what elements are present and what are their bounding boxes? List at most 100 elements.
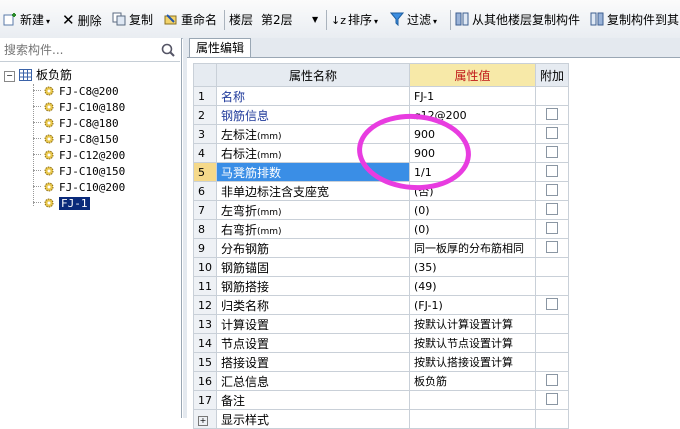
- value-cell[interactable]: ⌀12@200: [409, 105, 536, 125]
- expand-icon[interactable]: +: [198, 415, 208, 426]
- header-extra: 附加: [534, 63, 570, 87]
- attach-checkbox[interactable]: [546, 222, 558, 234]
- value-cell[interactable]: [409, 390, 536, 410]
- tab-property-edit[interactable]: 属性编辑: [189, 38, 251, 58]
- grid-icon: [19, 69, 32, 81]
- value-cell[interactable]: FJ-1: [409, 86, 536, 106]
- chevron-down-icon: ▼: [312, 15, 319, 24]
- table-row[interactable]: 6 非单边标注含支座宽 (否): [193, 181, 570, 201]
- collapse-toggle-icon[interactable]: −: [4, 71, 15, 82]
- property-panel: 属性编辑 属性名称 属性值 附加 1 名称 FJ-1 2 钢筋信息 ⌀12@200 3左…: [183, 38, 680, 429]
- floor-select[interactable]: 第2层 ▼: [258, 10, 324, 30]
- value-cell[interactable]: 同一板厚的分布筋相同: [409, 238, 536, 258]
- attach-checkbox[interactable]: [546, 241, 558, 253]
- table-row[interactable]: 12 归类名称 (FJ-1): [193, 295, 570, 315]
- attach-checkbox[interactable]: [546, 203, 558, 215]
- table-row[interactable]: 1 名称 FJ-1: [193, 86, 570, 106]
- table-row[interactable]: 9 分布钢筋 同一板厚的分布筋相同: [193, 238, 570, 258]
- tree-item[interactable]: FJ-C12@200: [33, 148, 125, 164]
- table-row[interactable]: 11 钢筋搭接 (49): [193, 276, 570, 296]
- header-value: 属性值: [409, 63, 536, 87]
- value-cell[interactable]: 按默认搭接设置计算: [409, 352, 536, 372]
- filter-button[interactable]: 过滤 ▾: [390, 11, 437, 29]
- toolbar-separator: [326, 10, 327, 30]
- copy-icon: [112, 12, 126, 26]
- copy-to-floor-icon: [590, 12, 604, 26]
- gear-icon: [44, 150, 54, 160]
- gear-icon: [44, 118, 54, 128]
- header-index: [193, 63, 217, 87]
- value-cell[interactable]: (49): [409, 276, 536, 296]
- gear-icon: [44, 166, 54, 176]
- tree-item[interactable]: FJ-C10@180: [33, 100, 125, 116]
- gear-icon: [44, 102, 54, 112]
- value-cell[interactable]: 900: [409, 124, 536, 144]
- table-row[interactable]: 10 钢筋锚固 (35): [193, 257, 570, 277]
- value-cell[interactable]: 900: [409, 143, 536, 163]
- table-row-selected[interactable]: 5 马凳筋排数 1/1: [193, 162, 570, 182]
- rename-icon: [164, 14, 177, 25]
- value-cell[interactable]: 按默认计算设置计算: [409, 314, 536, 334]
- search-input[interactable]: [2, 41, 156, 59]
- attach-checkbox[interactable]: [546, 184, 558, 196]
- search-icon[interactable]: [160, 42, 176, 58]
- search-bar: [0, 39, 180, 62]
- delete-button[interactable]: ✕ 删除: [62, 11, 102, 29]
- attach-checkbox[interactable]: [546, 127, 558, 139]
- tree-root-label: 板负筋: [36, 68, 73, 82]
- tree-item[interactable]: FJ-C8@180: [33, 116, 119, 132]
- table-row[interactable]: 2 钢筋信息 ⌀12@200: [193, 105, 570, 125]
- property-table: 属性名称 属性值 附加 1 名称 FJ-1 2 钢筋信息 ⌀12@200 3 左标注(mm…: [193, 63, 570, 429]
- sort-button[interactable]: ↓z 排序 ▾: [331, 11, 378, 29]
- table-row[interactable]: 14 节点设置 按默认节点设置计算: [193, 333, 570, 353]
- table-row[interactable]: + 显示样式: [193, 409, 570, 429]
- value-cell[interactable]: (35): [409, 257, 536, 277]
- tree-item[interactable]: FJ-C10@200: [33, 180, 125, 196]
- filter-icon: [390, 12, 404, 26]
- copy-from-floor-icon: [455, 12, 469, 26]
- value-cell[interactable]: 按默认节点设置计算: [409, 333, 536, 353]
- sort-icon: ↓z: [331, 14, 346, 27]
- table-row[interactable]: 7 左弯折(mm) (0): [193, 200, 570, 220]
- tree-item[interactable]: FJ-C10@150: [33, 164, 125, 180]
- tree-root[interactable]: − 板负筋: [4, 67, 72, 83]
- value-cell[interactable]: (否): [409, 181, 536, 201]
- copy-to-floor-button[interactable]: 复制构件到其: [590, 11, 679, 29]
- table-row[interactable]: 17 备注: [193, 390, 570, 410]
- copy-from-floor-button[interactable]: 从其他楼层复制构件: [455, 11, 580, 29]
- value-cell[interactable]: (FJ-1): [409, 295, 536, 315]
- table-row[interactable]: 15 搭接设置 按默认搭接设置计算: [193, 352, 570, 372]
- gear-icon: [44, 134, 54, 144]
- new-icon: [3, 13, 16, 26]
- rename-button[interactable]: 重命名: [164, 11, 217, 29]
- gear-icon: [44, 198, 54, 208]
- table-row[interactable]: 8 右弯折(mm) (0): [193, 219, 570, 239]
- toolbar: 新建 ▾ ✕ 删除 复制 重命名 楼层 第2层 ▼ ↓z 排序 ▾ 过滤 ▾ 从其他楼层复…: [0, 0, 680, 39]
- attach-checkbox[interactable]: [546, 393, 558, 405]
- value-cell[interactable]: (0): [409, 200, 536, 220]
- tree-item-selected[interactable]: FJ-1: [33, 196, 90, 212]
- table-row[interactable]: 4 右标注(mm) 900: [193, 143, 570, 163]
- table-row[interactable]: 16 汇总信息 板负筋: [193, 371, 570, 391]
- table-row[interactable]: 13 计算设置 按默认计算设置计算: [193, 314, 570, 334]
- value-cell[interactable]: (0): [409, 219, 536, 239]
- attach-checkbox[interactable]: [546, 146, 558, 158]
- new-button[interactable]: 新建 ▾: [3, 11, 50, 29]
- floor-label: 楼层: [229, 13, 254, 27]
- attach-checkbox[interactable]: [546, 108, 558, 120]
- attach-checkbox[interactable]: [546, 165, 558, 177]
- value-cell[interactable]: 1/1: [409, 162, 536, 182]
- chevron-down-icon: ▾: [374, 17, 379, 26]
- copy-button[interactable]: 复制: [112, 11, 153, 29]
- table-header-row: 属性名称 属性值 附加: [193, 63, 570, 87]
- tree-item[interactable]: FJ-C8@150: [33, 132, 119, 148]
- chevron-down-icon: ▾: [433, 17, 438, 26]
- table-row[interactable]: 3 左标注(mm) 900: [193, 124, 570, 144]
- tree-item[interactable]: FJ-C8@200: [33, 84, 119, 100]
- property-grid: 属性名称 属性值 附加 1 名称 FJ-1 2 钢筋信息 ⌀12@200 3 左标注(mm…: [187, 57, 680, 429]
- attach-checkbox[interactable]: [546, 298, 558, 310]
- attach-checkbox[interactable]: [546, 374, 558, 386]
- toolbar-separator: [224, 10, 225, 30]
- value-cell[interactable]: [409, 409, 536, 429]
- value-cell[interactable]: 板负筋: [409, 371, 536, 391]
